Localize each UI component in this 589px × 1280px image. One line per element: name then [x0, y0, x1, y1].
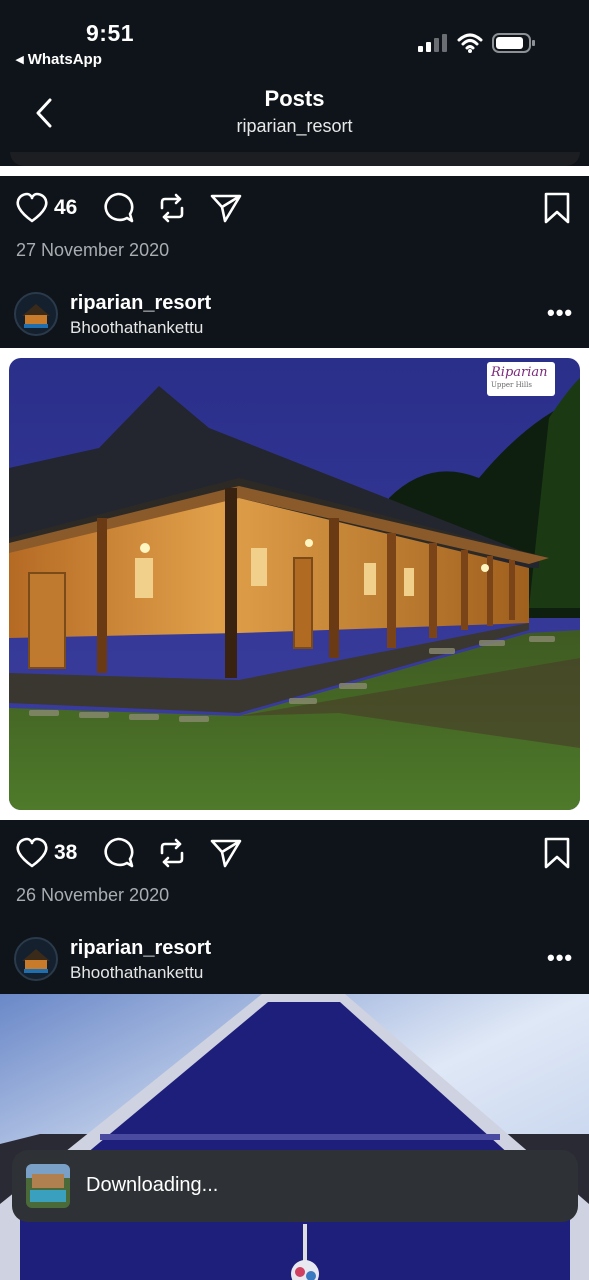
heart-icon[interactable]: [14, 190, 50, 226]
post-username[interactable]: riparian_resort: [70, 292, 211, 315]
status-time: 9:51: [86, 20, 135, 46]
repost-icon[interactable]: [154, 835, 190, 871]
page-title: Posts: [264, 86, 325, 111]
resort-roof-photo: [0, 994, 589, 1280]
avatar[interactable]: [14, 937, 58, 981]
divider: [0, 166, 589, 176]
riparian-logo: Riparian Upper Hills: [487, 362, 555, 396]
post-date: 27 November 2020: [16, 240, 170, 260]
post-username[interactable]: riparian_resort: [70, 937, 211, 960]
heart-icon[interactable]: [14, 835, 50, 871]
bookmark-icon[interactable]: [539, 835, 575, 871]
previous-post-image-edge: [10, 152, 580, 166]
bookmark-icon[interactable]: [539, 190, 575, 226]
send-icon[interactable]: [208, 835, 244, 871]
comment-icon[interactable]: [100, 835, 136, 871]
page-subtitle: riparian_resort: [236, 116, 353, 136]
post-location[interactable]: Bhoothathankettu: [70, 963, 203, 983]
battery-icon: [492, 33, 535, 53]
post-date: 26 November 2020: [16, 885, 170, 905]
like-count[interactable]: 46: [54, 196, 77, 220]
like-count[interactable]: 38: [54, 841, 77, 865]
back-to-whatsapp-link[interactable]: ◂ WhatsApp: [16, 50, 102, 68]
more-options-icon[interactable]: •••: [547, 300, 573, 326]
send-icon[interactable]: [208, 190, 244, 226]
post-location[interactable]: Bhoothathankettu: [70, 318, 203, 338]
more-options-icon[interactable]: •••: [547, 945, 573, 971]
avatar[interactable]: [14, 292, 58, 336]
post-image[interactable]: [0, 994, 589, 1280]
download-thumbnail: [26, 1164, 70, 1208]
download-status-text: Downloading...: [86, 1174, 219, 1196]
comment-icon[interactable]: [100, 190, 136, 226]
download-toast: Downloading...: [12, 1150, 578, 1222]
resort-night-photo: [9, 358, 580, 810]
post-image[interactable]: [0, 348, 589, 820]
wifi-icon: [457, 33, 483, 53]
signal-icon: [418, 34, 447, 52]
repost-icon[interactable]: [154, 190, 190, 226]
